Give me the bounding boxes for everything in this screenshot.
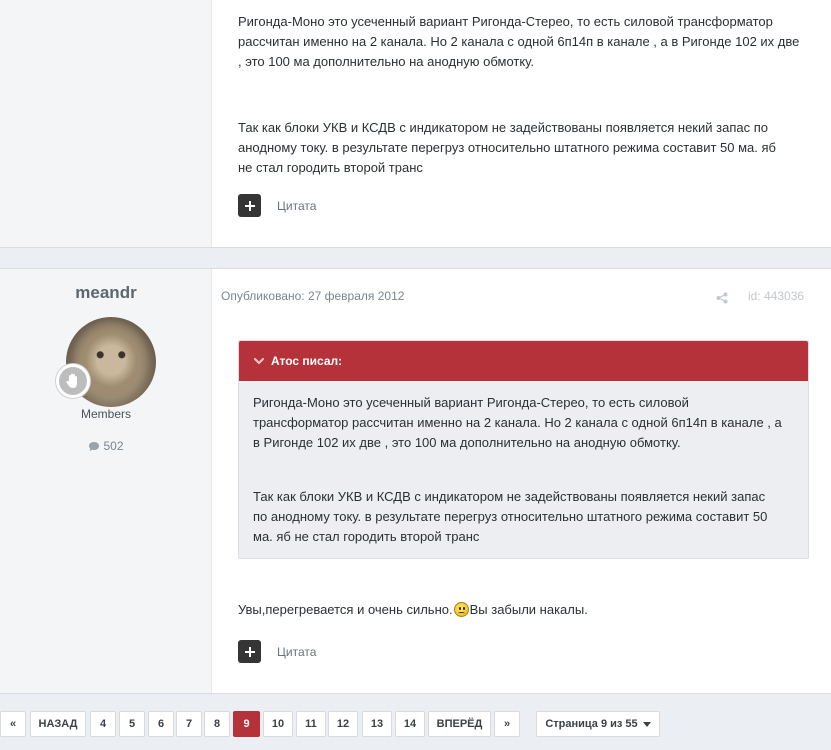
published-date[interactable]: Опубликовано: 27 февраля 2012 [221, 289, 404, 303]
quote-paragraph: Ригонда-Моно это усеченный вариант Ригон… [253, 395, 782, 450]
quote-author: Атос писал: [271, 354, 343, 368]
plus-icon [244, 200, 255, 211]
caret-down-icon [642, 721, 651, 727]
post-id[interactable]: id: 443036 [748, 289, 804, 303]
multiquote-button[interactable] [238, 640, 261, 663]
page-label: Страница 9 из 55 [545, 718, 638, 730]
first-page-button[interactable]: « [0, 711, 26, 737]
page-jump-dropdown[interactable]: Страница 9 из 55 [536, 711, 660, 737]
member-group: Members [80, 407, 131, 421]
page-button[interactable]: 10 [263, 711, 293, 737]
page-button[interactable]: 4 [90, 711, 116, 737]
quote-paragraph: Так как блоки УКВ и КСДВ с индикатором н… [253, 489, 768, 544]
author-column: meandr Members 502 [0, 269, 212, 693]
comment-icon [89, 442, 100, 451]
quoted-message: Атос писал: Ригонда-Моно это усеченный в… [238, 340, 809, 559]
page-button[interactable]: 12 [328, 711, 358, 737]
multiquote-button[interactable] [238, 194, 261, 217]
reply-text-start: Увы,перегревается и очень сильно. [238, 602, 453, 617]
page-button[interactable]: 11 [296, 711, 326, 737]
current-page-button[interactable]: 9 [233, 711, 260, 737]
page-button[interactable]: 13 [362, 711, 392, 737]
chevron-down-icon [253, 357, 265, 365]
share-icon[interactable] [716, 291, 728, 309]
post-card: meandr Members 502 Опубликовано: 27 февр… [0, 268, 831, 694]
next-page-button[interactable]: ВПЕРЁД [428, 711, 491, 737]
page-button[interactable]: 14 [395, 711, 425, 737]
post-count: 502 [0, 439, 212, 453]
rank-badge [56, 364, 90, 398]
post-paragraph: Так как блоки УКВ и КСДВ с индикатором н… [238, 120, 776, 175]
prev-page-button[interactable]: НАЗАД [30, 711, 86, 737]
reply-text: Увы,перегревается и очень сильно. Вы забы… [238, 602, 588, 617]
last-page-button[interactable]: » [494, 711, 520, 737]
page-button[interactable]: 6 [148, 711, 174, 737]
post-paragraph: Ригонда-Моно это усеченный вариант Ригон… [238, 14, 800, 69]
author-name[interactable]: meandr [0, 283, 212, 303]
quote-link[interactable]: Цитата [277, 199, 316, 213]
sad-emoji-icon [453, 602, 469, 617]
page-button[interactable]: 7 [176, 711, 202, 737]
plus-icon [244, 646, 255, 657]
page-button[interactable]: 8 [204, 711, 230, 737]
hand-icon [66, 373, 77, 388]
quote-link[interactable]: Цитата [277, 645, 316, 659]
post-count-value: 502 [103, 439, 124, 453]
post-card: Ригонда-Моно это усеченный вариант Ригон… [0, 0, 831, 248]
reply-text-end: Вы забыли накалы. [469, 602, 588, 617]
quote-header[interactable]: Атос писал: [239, 341, 808, 381]
page-button[interactable]: 5 [119, 711, 145, 737]
author-column [0, 0, 212, 247]
